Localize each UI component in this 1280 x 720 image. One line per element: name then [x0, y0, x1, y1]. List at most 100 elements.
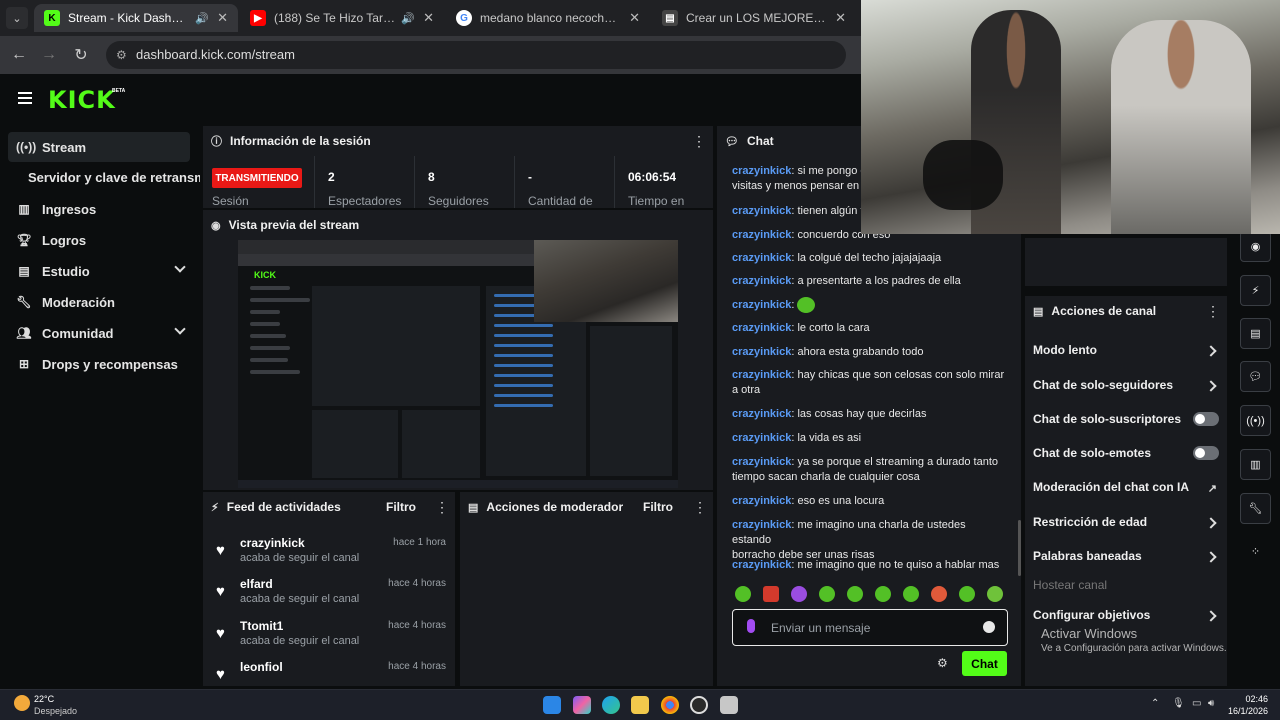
- followers-only-item[interactable]: Chat de solo-seguidores: [1033, 378, 1221, 398]
- reload-icon[interactable]: ↻: [70, 44, 92, 66]
- chat-message: crazyinkick: las cosas hay que decirlas: [732, 408, 927, 420]
- feed-filter-button[interactable]: Filtro: [386, 500, 416, 514]
- weather-icon[interactable]: [14, 695, 30, 711]
- tray-chevron-up-icon[interactable]: ⌃: [1151, 698, 1159, 709]
- beta-badge: BETA: [112, 88, 126, 94]
- tab-youtube[interactable]: ▶ (188) Se Te Hizo Tarde (feat 🔊 ✕: [240, 4, 444, 32]
- emote-icon[interactable]: [931, 586, 947, 602]
- sidebar-item-comunidad[interactable]: 👥︎ Comunidad: [8, 318, 190, 348]
- mod-menu-icon[interactable]: ⋮: [693, 500, 707, 514]
- chat-rail-icon[interactable]: 💬︎: [1240, 361, 1271, 392]
- mic-icon[interactable]: [747, 619, 755, 633]
- tab-google-search[interactable]: G medano blanco necochea - Bus ✕: [446, 4, 650, 32]
- layout-rail-icon[interactable]: ▥: [1240, 449, 1271, 480]
- file-explorer-icon[interactable]: [631, 696, 649, 714]
- emote-icon[interactable]: [847, 586, 863, 602]
- stream-preview-title: Vista previa del stream: [228, 218, 360, 232]
- send-chat-button[interactable]: Chat: [962, 651, 1007, 676]
- close-tab-icon[interactable]: ✕: [217, 10, 228, 26]
- emoji-picker-icon[interactable]: [983, 621, 995, 633]
- channel-actions-menu-icon[interactable]: ⋮: [1206, 304, 1220, 318]
- kick-logo[interactable]: KICK: [48, 86, 116, 114]
- chat-message: crazyinkick: hay chicas que son celosas …: [732, 369, 1005, 396]
- taskbar-clock[interactable]: 02:46: [1232, 694, 1268, 704]
- sidebar-item-logros[interactable]: 🏆︎ Logros: [8, 225, 190, 255]
- app-icon[interactable]: [720, 696, 738, 714]
- emote-icon[interactable]: [735, 586, 751, 602]
- google-favicon-icon: G: [456, 10, 472, 26]
- sidebar-item-drops[interactable]: ⊞ Drops y recompensas: [8, 349, 190, 379]
- menu-icon[interactable]: [18, 92, 32, 104]
- chat-settings-gear-icon[interactable]: ⚙: [937, 656, 948, 670]
- banned-words-item[interactable]: Palabras baneadas: [1033, 549, 1221, 569]
- tab-search-icon[interactable]: ⌄: [6, 7, 28, 29]
- close-tab-icon[interactable]: ✕: [835, 10, 846, 26]
- camera-rail-icon[interactable]: ◉: [1240, 231, 1271, 262]
- forward-icon[interactable]: →: [38, 44, 60, 66]
- sidebar-item-moderacion[interactable]: 🔧︎ Moderación: [8, 287, 190, 317]
- windows-taskbar: 22°C Despejado ⌃ 🎙︎ ▭ 🔊︎ 02:46 16/1/2026: [0, 689, 1280, 720]
- mod-filter-button[interactable]: Filtro: [643, 500, 673, 514]
- tab-recipe[interactable]: ▤ Crear un LOS MEJORES ALFAJO ✕: [652, 4, 856, 32]
- emote-icon[interactable]: [763, 586, 779, 602]
- session-menu-icon[interactable]: ⋮: [692, 134, 706, 148]
- chat-message: crazyinkick: le corto la cara: [732, 322, 870, 334]
- age-restriction-item[interactable]: Restricción de edad: [1033, 515, 1221, 535]
- external-link-icon: ↗: [1207, 483, 1217, 495]
- volume-icon[interactable]: 🔊︎: [1208, 698, 1214, 709]
- emote-icon[interactable]: [959, 586, 975, 602]
- speaker-icon[interactable]: 🔊: [195, 12, 209, 25]
- slow-mode-item[interactable]: Modo lento: [1033, 343, 1221, 363]
- emotes-only-toggle[interactable]: [1193, 446, 1219, 460]
- empty-panel: [1025, 238, 1227, 286]
- sidebar-item-estudio[interactable]: ▤ Estudio: [8, 256, 190, 286]
- back-icon[interactable]: ←: [8, 44, 30, 66]
- document-rail-icon[interactable]: ▤: [1240, 318, 1271, 349]
- tab-kick-dashboard[interactable]: K Stream - Kick Dashboard 🔊 ✕: [34, 4, 238, 32]
- chat-message: crazyinkick: ahora esta grabando todo: [732, 346, 924, 358]
- chat-message: crazyinkick: me imagino una charla de us…: [732, 519, 966, 561]
- copilot-icon[interactable]: [573, 696, 591, 714]
- emote-icon[interactable]: [875, 586, 891, 602]
- lightning-rail-icon[interactable]: ⚡︎: [1240, 275, 1271, 306]
- sidebar-item-stream[interactable]: ((•)) Stream: [8, 132, 190, 162]
- edge-icon[interactable]: [602, 696, 620, 714]
- windows-activation-subtitle: Ve a Configuración para activar Windows.: [1041, 643, 1227, 654]
- chat-message: crazyinkick: la colgué del techo jajajaj…: [732, 252, 942, 264]
- info-icon: ⓘ: [211, 136, 222, 148]
- subscribers-only-toggle[interactable]: [1193, 412, 1219, 426]
- apps-rail-icon[interactable]: ⁘: [1240, 536, 1271, 567]
- emote-icon[interactable]: [791, 586, 807, 602]
- trophy-icon: 🏆︎: [16, 233, 32, 247]
- speaker-icon[interactable]: 🔊: [401, 12, 415, 25]
- obs-icon[interactable]: [690, 696, 708, 714]
- chat-scrollbar[interactable]: [1018, 520, 1021, 576]
- network-icon[interactable]: ▭: [1192, 698, 1201, 709]
- emote-icon[interactable]: [819, 586, 835, 602]
- emote-icon[interactable]: [903, 586, 919, 602]
- start-icon[interactable]: [543, 696, 561, 714]
- broadcast-rail-icon[interactable]: ((•)): [1240, 405, 1271, 436]
- sidebar-subitem-server-key[interactable]: Servidor y clave de retransm: [28, 170, 200, 185]
- set-goals-item[interactable]: Configurar objetivos: [1033, 608, 1221, 628]
- sidebar-item-ingresos[interactable]: ▥ Ingresos: [8, 194, 190, 224]
- layout-icon: ▤: [18, 264, 30, 278]
- url-field[interactable]: ⚙ dashboard.kick.com/stream: [106, 41, 846, 69]
- emotes-only-item: Chat de solo-emotes: [1033, 446, 1221, 466]
- close-tab-icon[interactable]: ✕: [423, 10, 434, 26]
- ai-moderation-item[interactable]: Moderación del chat con IA ↗: [1033, 480, 1221, 500]
- wrench-rail-icon[interactable]: 🔧︎: [1240, 493, 1271, 524]
- chat-message-input[interactable]: [771, 619, 971, 637]
- users-icon: 👥︎: [16, 326, 32, 340]
- emote-icon[interactable]: [987, 586, 1003, 602]
- chrome-icon[interactable]: [661, 696, 679, 714]
- close-tab-icon[interactable]: ✕: [629, 10, 640, 26]
- site-info-icon[interactable]: ⚙: [116, 41, 127, 69]
- mic-tray-icon[interactable]: 🎙︎: [1172, 698, 1185, 709]
- chevron-right-icon: [1205, 345, 1217, 357]
- live-status-badge: TRANSMITIENDO: [212, 168, 302, 188]
- taskbar-date[interactable]: 16/1/2026: [1222, 706, 1268, 716]
- doc-favicon-icon: ▤: [662, 10, 678, 26]
- stream-preview-video[interactable]: KICK: [238, 240, 678, 488]
- feed-menu-icon[interactable]: ⋮: [435, 500, 449, 514]
